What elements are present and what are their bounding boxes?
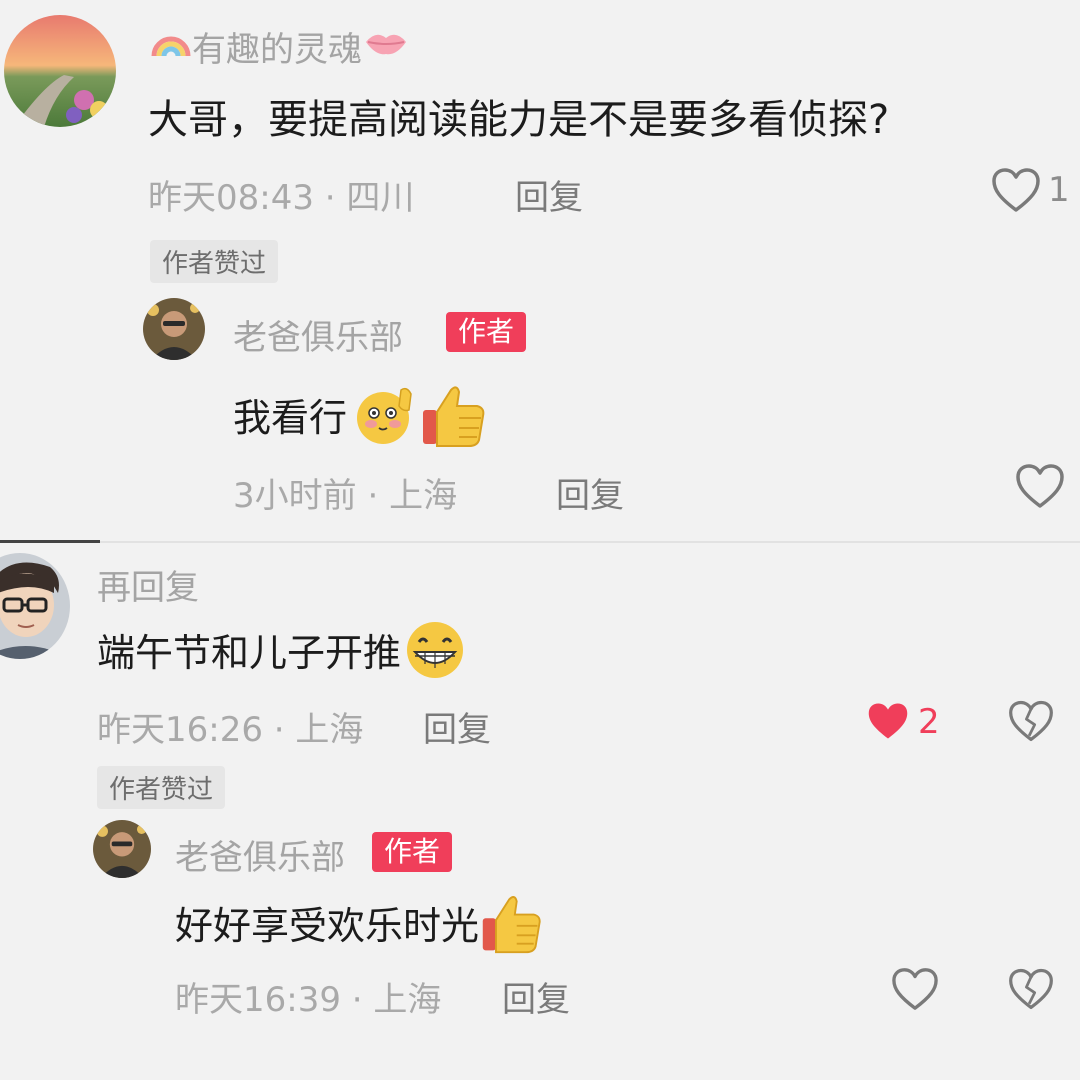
thumbs-up-emoji-icon xyxy=(479,890,545,962)
broken-heart-icon[interactable] xyxy=(1007,966,1055,1012)
commenter-2-username[interactable]: 再回复 xyxy=(97,560,199,609)
reply-1-meta: 3小时前 · 上海 xyxy=(233,476,458,516)
heart-outline-icon[interactable] xyxy=(1014,462,1066,510)
author-liked-badge-2: 作者赞过 xyxy=(97,766,226,809)
comment-2-like-count: 2 xyxy=(918,702,940,742)
reply-2-reply-button[interactable]: 回复 xyxy=(502,972,570,1021)
comment-1-reply-button[interactable]: 回复 xyxy=(515,170,583,219)
divider-accent xyxy=(0,540,100,543)
reply-2-username[interactable]: 老爸俱乐部 xyxy=(175,830,345,879)
avatar-author-reply-1[interactable] xyxy=(143,298,205,360)
reply-1-text: 我看行 xyxy=(233,380,489,456)
comment-2-reply-button[interactable]: 回复 xyxy=(423,702,491,751)
shy-emoji-icon xyxy=(349,382,419,454)
heart-filled-icon[interactable] xyxy=(865,700,911,742)
heart-outline-icon[interactable] xyxy=(990,166,1042,214)
comment-2-text: 端午节和儿子开推 xyxy=(97,618,469,688)
avatar-commenter-1[interactable] xyxy=(4,15,116,127)
broken-heart-icon[interactable] xyxy=(1007,698,1055,744)
reply-1-reply-button[interactable]: 回复 xyxy=(556,468,624,517)
lips-icon xyxy=(362,24,410,69)
comment-divider xyxy=(0,541,1080,543)
reply-2-text: 好好享受欢乐时光 xyxy=(175,890,545,962)
thumbs-up-emoji-icon xyxy=(419,380,489,456)
comment-2-meta: 昨天16:26 · 上海 xyxy=(97,710,364,750)
avatar-author-reply-2[interactable] xyxy=(93,820,151,878)
reply-1-username[interactable]: 老爸俱乐部 xyxy=(233,310,403,359)
author-liked-badge-1: 作者赞过 xyxy=(150,240,279,283)
comment-1-text: 大哥，要提高阅读能力是不是要多看侦探? xyxy=(148,97,890,143)
author-badge-1: 作者 xyxy=(446,312,527,353)
comment-1-like-count: 1 xyxy=(1048,170,1070,210)
author-badge-2: 作者 xyxy=(372,832,453,873)
commenter-1-username[interactable]: 有趣的灵魂 xyxy=(150,22,410,71)
rainbow-icon xyxy=(150,24,192,69)
comment-1-meta: 昨天08:43 · 四川 xyxy=(148,178,415,218)
grin-emoji-icon xyxy=(401,618,469,688)
avatar-commenter-2[interactable] xyxy=(0,553,70,659)
reply-2-meta: 昨天16:39 · 上海 xyxy=(175,980,442,1020)
heart-outline-icon[interactable] xyxy=(890,966,940,1012)
